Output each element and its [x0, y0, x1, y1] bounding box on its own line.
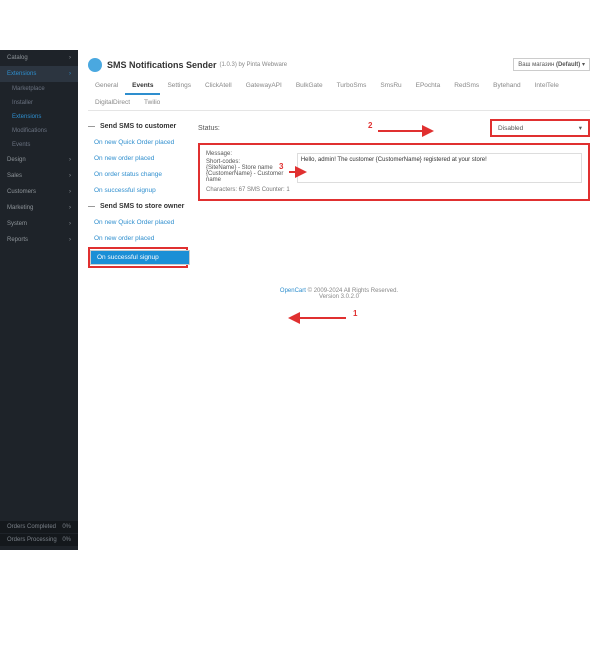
nav-sub-modifications[interactable]: Modifications [0, 124, 78, 138]
annotation-1: 1 [353, 309, 357, 318]
page-version: (1.0.3) by Pinta Webware [220, 62, 288, 68]
footer-version: Version 3.0.2.0 [319, 294, 359, 300]
section-owner[interactable]: Send SMS to store owner [88, 199, 188, 214]
evt-cust-quickorder[interactable]: On new Quick Order placed [88, 135, 188, 150]
nav-sub-events[interactable]: Events [0, 138, 78, 152]
nav-reports[interactable]: Reports› [0, 232, 78, 248]
tab-general[interactable]: General [88, 78, 125, 95]
status-label: Status: [198, 125, 258, 132]
tab-turbosms[interactable]: TurboSms [330, 78, 374, 95]
nav-design[interactable]: Design› [0, 152, 78, 168]
message-textarea[interactable] [297, 153, 582, 183]
tab-gatewayapi[interactable]: GatewayAPI [239, 78, 289, 95]
nav-system[interactable]: System› [0, 216, 78, 232]
store-selector[interactable]: Ваш магазин (Default) ▾ [513, 58, 590, 71]
nav-sub-installer[interactable]: Installer [0, 96, 78, 110]
main-panel: SMS Notifications Sender (1.0.3) by Pint… [78, 50, 600, 550]
events-list: Send SMS to customer On new Quick Order … [88, 119, 188, 268]
evt-cust-signup[interactable]: On successful signup [88, 183, 188, 198]
message-label: Message: [206, 151, 289, 157]
message-box: Message: Short-codes: {SiteName} - Store… [198, 143, 590, 201]
footer: OpenCart © 2009-2024 All Rights Reserved… [88, 288, 590, 300]
footer-link[interactable]: OpenCart [280, 288, 306, 294]
tab-bulkgate[interactable]: BulkGate [289, 78, 330, 95]
nav-sub-marketplace[interactable]: Marketplace [0, 82, 78, 96]
tab-inteltele[interactable]: IntelTele [528, 78, 566, 95]
evt-cust-status[interactable]: On order status change [88, 167, 188, 182]
tab-smsru[interactable]: SmsRu [373, 78, 408, 95]
event-config: Status: Disabled▾ Message: Short-codes: … [198, 119, 590, 268]
section-customer[interactable]: Send SMS to customer [88, 119, 188, 134]
evt-own-quickorder[interactable]: On new Quick Order placed [88, 215, 188, 230]
nav-sales[interactable]: Sales› [0, 168, 78, 184]
tab-settings[interactable]: Settings [160, 78, 198, 95]
tab-clickatell[interactable]: ClickAtell [198, 78, 239, 95]
nav-extensions[interactable]: Extensions› [0, 66, 78, 82]
shortcodes-info: Short-codes: {SiteName} - Store name {Cu… [206, 159, 289, 183]
module-logo-icon [88, 58, 102, 72]
page-title: SMS Notifications Sender [107, 60, 217, 70]
tab-bytehand[interactable]: Bytehand [486, 78, 527, 95]
annotation-2: 2 [368, 121, 372, 130]
status-select[interactable]: Disabled▾ [490, 119, 590, 137]
nav-customers[interactable]: Customers› [0, 184, 78, 200]
tab-redsms[interactable]: RedSms [447, 78, 486, 95]
sidebar-stats: Orders Completed0% Orders Processing0% [0, 516, 78, 550]
tab-events[interactable]: Events [125, 78, 160, 95]
evt-own-neworder[interactable]: On new order placed [88, 231, 188, 246]
tab-epochta[interactable]: EPochta [409, 78, 448, 95]
tabs: General Events Settings ClickAtell Gatew… [88, 78, 590, 111]
evt-cust-neworder[interactable]: On new order placed [88, 151, 188, 166]
tab-twilio[interactable]: Twilio [137, 95, 167, 110]
nav-sub-extensions[interactable]: Extensions [0, 110, 78, 124]
sidebar: Catalog› Extensions› Marketplace Install… [0, 50, 78, 550]
char-counter: Characters: 67 SMS Counter: 1 [206, 187, 582, 193]
chevron-down-icon: ▾ [579, 124, 582, 132]
annotation-3: 3 [279, 162, 283, 171]
tab-digitaldirect[interactable]: DigitalDirect [88, 95, 137, 110]
chevron-down-icon: ▾ [582, 62, 585, 68]
nav-catalog[interactable]: Catalog› [0, 50, 78, 66]
evt-own-signup[interactable]: On successful signup [90, 250, 190, 265]
nav-marketing[interactable]: Marketing› [0, 200, 78, 216]
